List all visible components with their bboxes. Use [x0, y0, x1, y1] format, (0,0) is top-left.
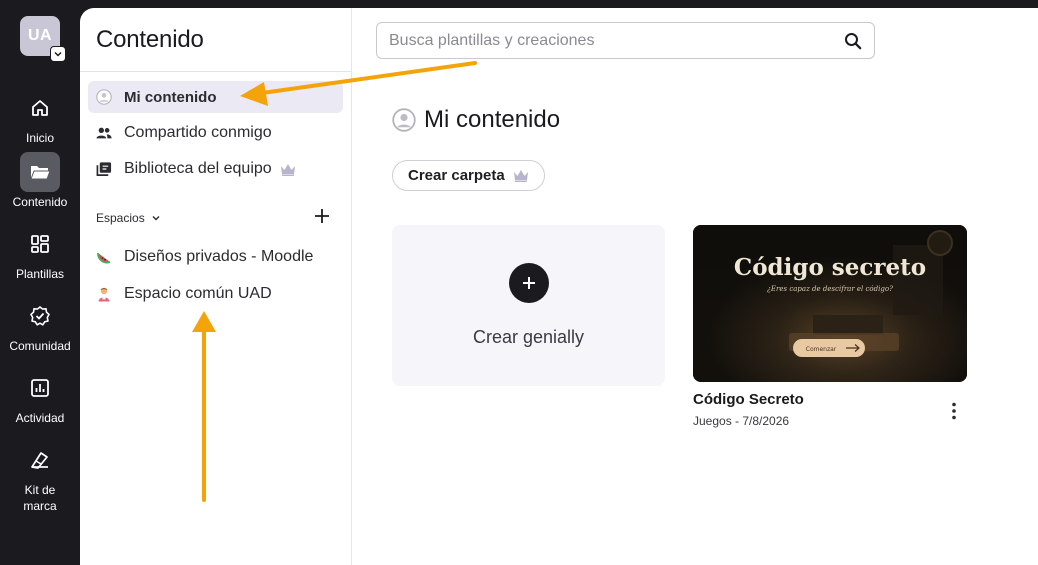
search-bar[interactable] [376, 22, 875, 59]
rail-item-comunidad[interactable]: Comunidad [0, 296, 80, 354]
thumbnail-subtitle: ¿Eres capaz de descifrar el código? [767, 285, 893, 293]
space-label: Espacio común UAD [124, 285, 272, 302]
panel-divider [80, 71, 351, 72]
rail-label: Actividad [15, 411, 65, 425]
create-folder-button[interactable]: Crear carpeta [392, 160, 545, 191]
nav-item-mi-contenido[interactable]: Mi contenido [88, 81, 343, 113]
nav-item-biblioteca-del-equipo[interactable]: Biblioteca del equipo [88, 153, 343, 185]
rail-item-kit-de-marca[interactable]: Kit de marca [0, 440, 80, 514]
watermelon-icon [96, 249, 112, 265]
space-item-disenos-privados[interactable]: Diseños privados - Moodle [88, 241, 343, 273]
spaces-label[interactable]: Espacios [96, 211, 145, 225]
create-folder-label: Crear carpeta [408, 167, 505, 184]
chevron-down-icon[interactable] [151, 213, 161, 223]
main-area: Mi contenido Crear carpeta Crear geniall… [352, 8, 1038, 565]
rail-item-plantillas[interactable]: Plantillas [0, 224, 80, 282]
rail-item-inicio[interactable]: Inicio [0, 88, 80, 146]
user-circle-icon [392, 108, 416, 132]
top-band [0, 0, 1038, 8]
account-menu-chevron-icon[interactable] [50, 46, 66, 62]
home-icon [20, 88, 60, 128]
avatar-initials: UA [27, 27, 53, 44]
rail-item-actividad[interactable]: Actividad [0, 368, 80, 426]
thumbnail-button-label: Comenzar [806, 346, 837, 353]
creation-meta: Juegos - 7/8/2026 [693, 414, 790, 428]
plus-icon [508, 263, 549, 303]
left-rail: UA Inicio Contenido Plantillas Comunidad… [0, 0, 80, 565]
add-space-icon[interactable] [314, 208, 330, 227]
person-emoji-icon [96, 286, 112, 302]
page-title: Mi contenido [392, 106, 560, 134]
brand-kit-icon [20, 440, 60, 480]
space-item-espacio-comun[interactable]: Espacio común UAD [88, 278, 343, 310]
user-circle-icon [96, 89, 112, 105]
create-genially-card[interactable]: Crear genially [392, 225, 665, 386]
content-panel: Contenido Mi contenido Compartido conmig… [80, 8, 352, 565]
panel-title: Contenido [96, 26, 204, 53]
nav-item-compartido-conmigo[interactable]: Compartido conmigo [88, 117, 343, 149]
rail-label: Kit de marca [23, 483, 57, 513]
community-badge-icon [20, 296, 60, 336]
spaces-header: Espacios [96, 208, 330, 227]
nav-label: Compartido conmigo [124, 124, 272, 141]
more-options-icon[interactable] [948, 400, 960, 422]
rail-label: Inicio [25, 131, 54, 145]
space-label: Diseños privados - Moodle [124, 248, 314, 265]
premium-crown-icon [280, 163, 296, 176]
nav-label: Mi contenido [124, 88, 217, 106]
search-input[interactable] [389, 31, 844, 50]
thumbnail-title: Código secreto [734, 254, 926, 281]
library-icon [96, 161, 112, 177]
creation-thumbnail[interactable]: Código secreto ¿Eres capaz de descifrar … [693, 225, 967, 382]
premium-crown-icon [513, 169, 529, 182]
create-genially-label: Crear genially [472, 327, 585, 347]
rail-label: Comunidad [9, 339, 71, 353]
people-icon [96, 125, 112, 141]
creation-title[interactable]: Código Secreto [693, 391, 804, 408]
templates-icon [20, 224, 60, 264]
rail-label: Contenido [12, 195, 68, 209]
activity-chart-icon [20, 368, 60, 408]
nav-label: Biblioteca del equipo [124, 160, 272, 177]
page-title-text: Mi contenido [424, 106, 561, 133]
rail-item-contenido[interactable]: Contenido [0, 152, 80, 210]
search-icon[interactable] [844, 32, 862, 50]
rail-label: Plantillas [15, 267, 65, 281]
folder-icon [20, 152, 60, 192]
